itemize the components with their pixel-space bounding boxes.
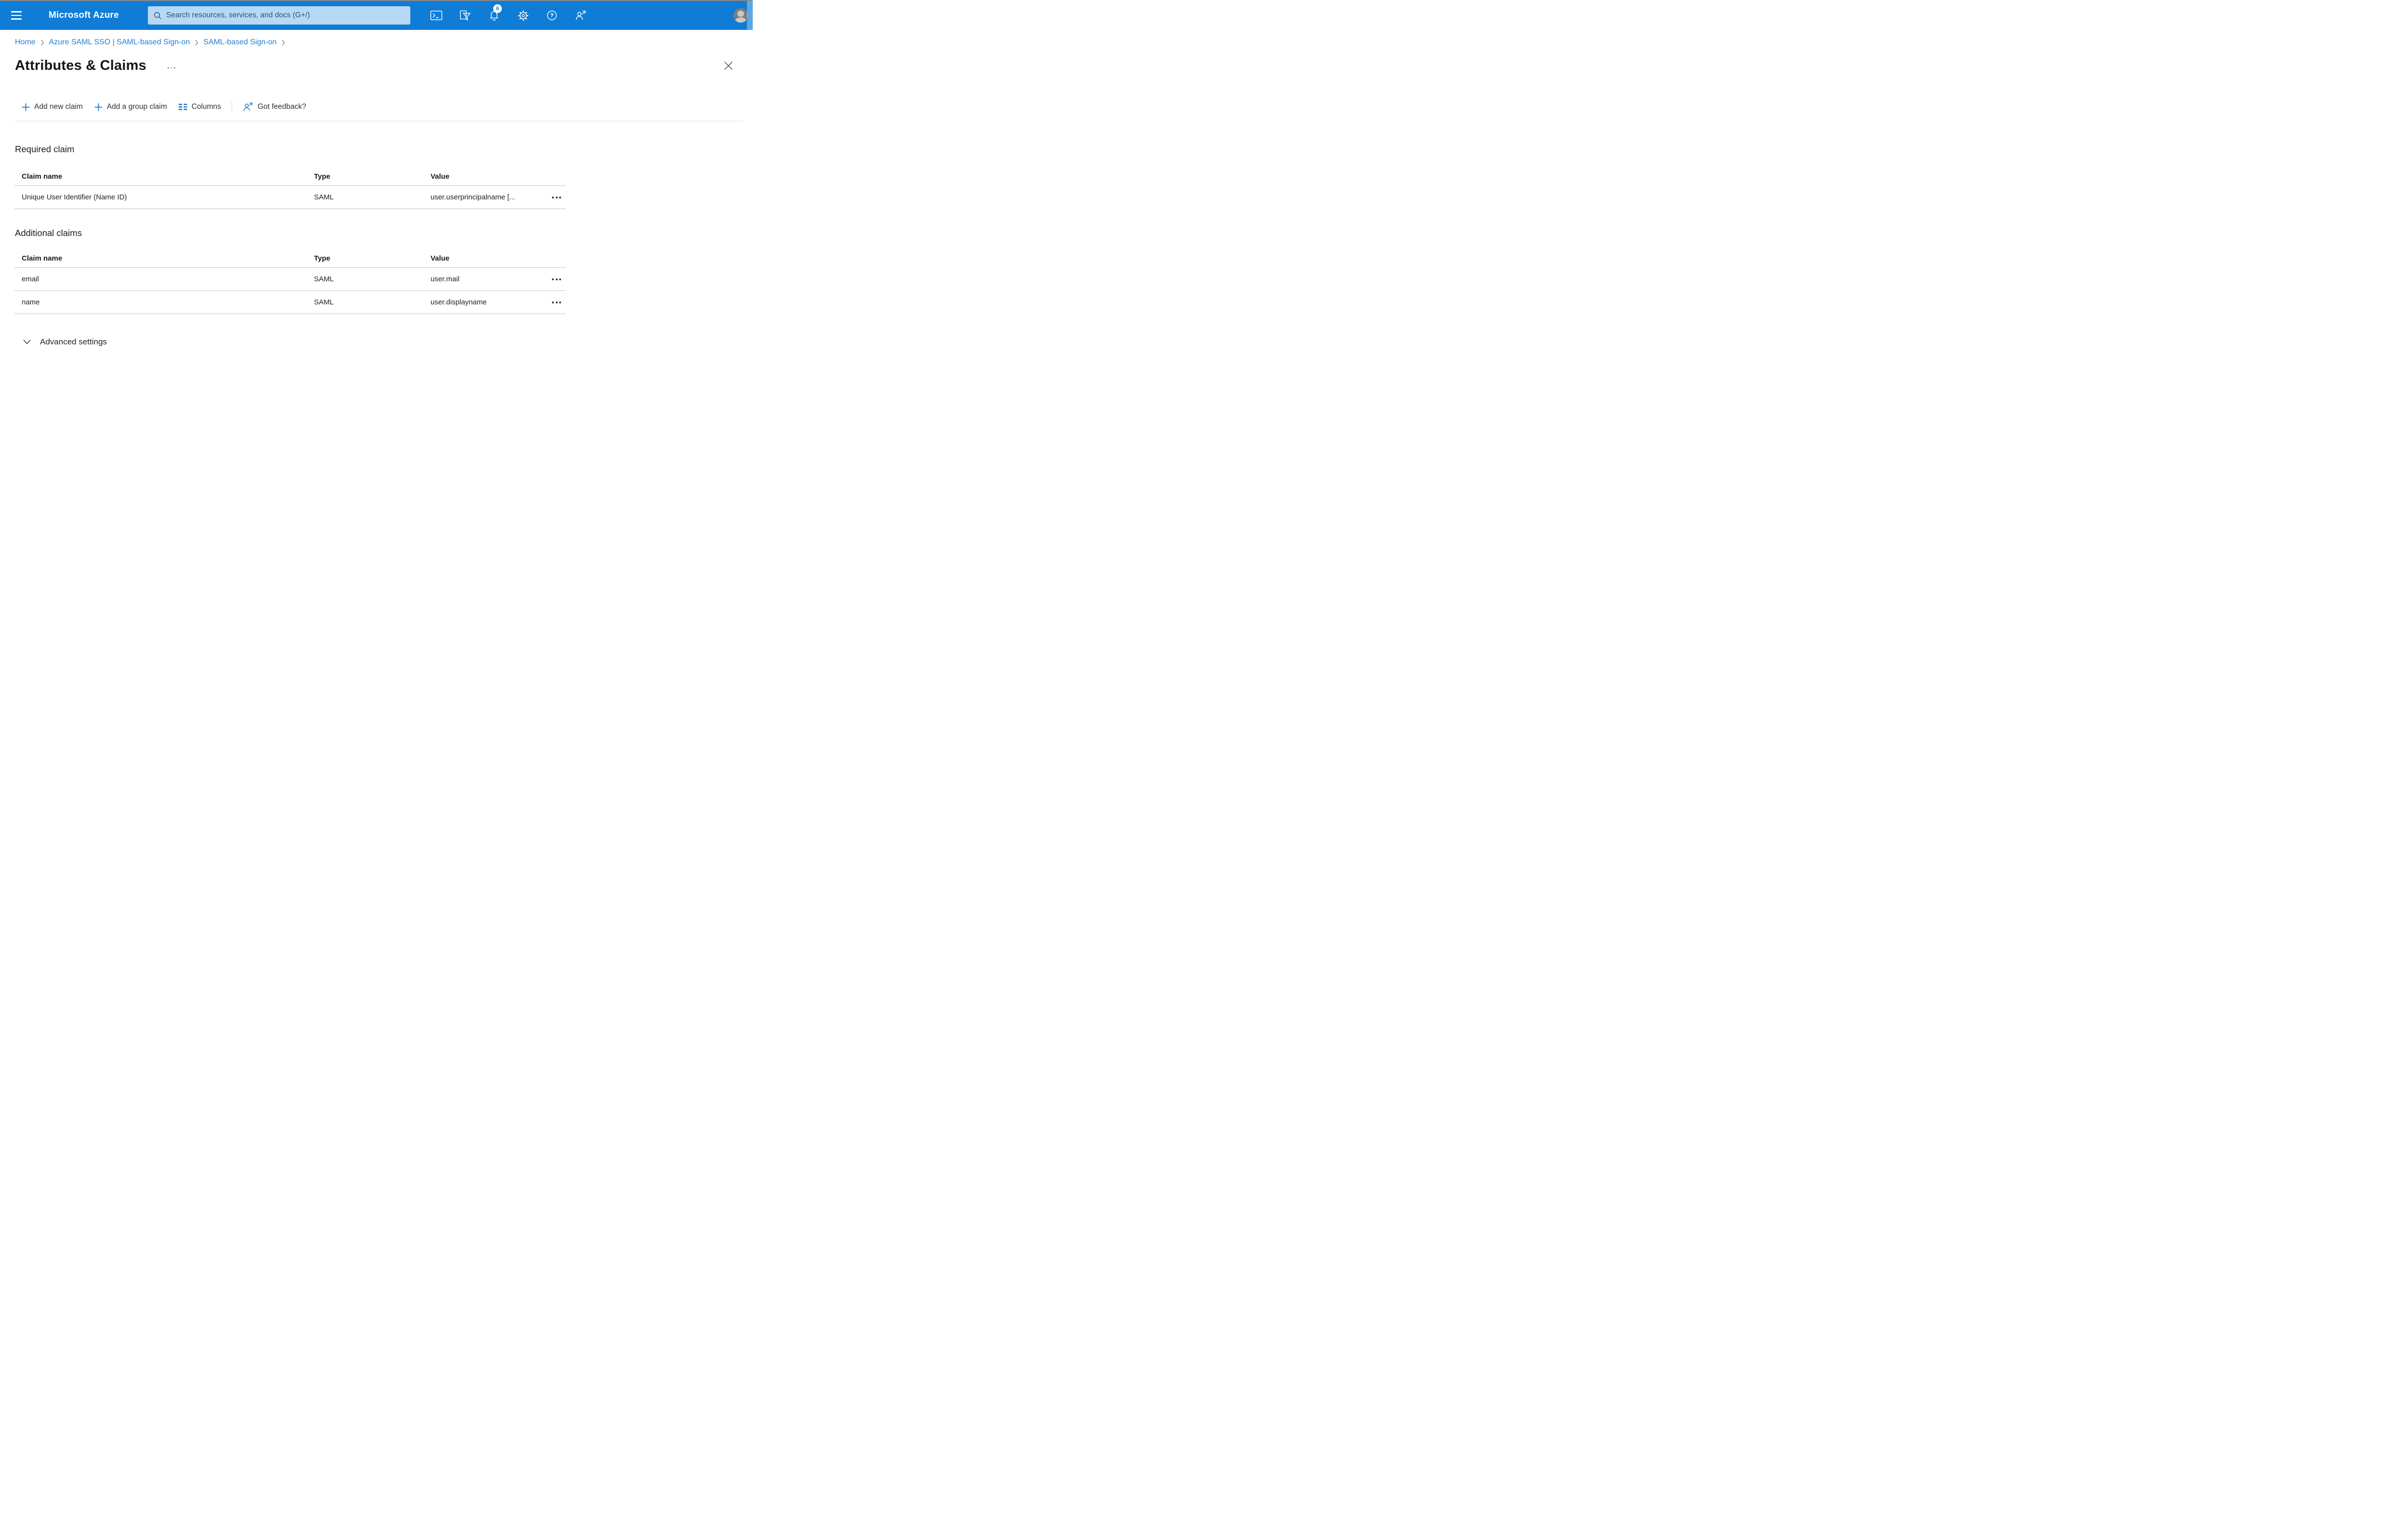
columns-button[interactable]: Columns xyxy=(173,98,227,116)
additional-claims-heading: Additional claims xyxy=(15,228,82,238)
feedback-icon xyxy=(243,103,252,111)
title-context-menu-button[interactable] xyxy=(167,67,175,69)
ellipsis-icon xyxy=(167,67,169,69)
feedback-icon xyxy=(576,11,586,20)
help-button[interactable]: ? xyxy=(541,1,563,30)
additional-claims-table: Claim name Type Value email SAML user.ma… xyxy=(14,249,566,314)
column-header-claim-name: Claim name xyxy=(22,254,63,263)
azure-top-bar: Microsoft Azure 6 xyxy=(0,1,753,30)
add-group-claim-label: Add a group claim xyxy=(106,103,167,111)
search-icon xyxy=(154,12,161,19)
close-icon xyxy=(724,61,733,70)
table-row[interactable]: Unique User Identifier (Name ID) SAML us… xyxy=(14,186,566,209)
breadcrumb-link-saml-signon[interactable]: SAML-based Sign-on xyxy=(203,38,276,47)
chevron-right-icon xyxy=(195,39,198,45)
column-header-value: Value xyxy=(431,254,450,263)
chevron-right-icon xyxy=(282,39,285,45)
directory-filter-button[interactable] xyxy=(455,1,476,30)
columns-icon xyxy=(178,104,187,110)
breadcrumb: Home Azure SAML SSO | SAML-based Sign-on… xyxy=(15,38,753,47)
row-context-menu-button[interactable] xyxy=(551,276,562,283)
plus-icon xyxy=(94,103,103,111)
hamburger-icon xyxy=(11,11,22,13)
claim-value-cell: user.displayname xyxy=(431,298,487,306)
plus-icon xyxy=(22,103,30,111)
cloud-shell-icon xyxy=(430,11,443,20)
required-claim-heading: Required claim xyxy=(15,144,75,154)
claim-type-cell: SAML xyxy=(314,193,334,201)
claim-value-cell: user.userprincipalname [... xyxy=(431,193,515,201)
close-button[interactable] xyxy=(724,61,733,70)
directory-filter-icon xyxy=(460,10,471,21)
breadcrumb-link-saml-sso[interactable]: Azure SAML SSO | SAML-based Sign-on xyxy=(49,38,190,47)
cloud-shell-button[interactable] xyxy=(426,1,447,30)
column-header-type: Type xyxy=(314,254,330,263)
svg-text:?: ? xyxy=(550,13,554,19)
breadcrumb-link-home[interactable]: Home xyxy=(15,38,36,47)
scrollbar[interactable] xyxy=(747,1,753,30)
claim-name-cell: name xyxy=(22,298,40,306)
table-header-row: Claim name Type Value xyxy=(14,168,566,186)
got-feedback-label: Got feedback? xyxy=(257,103,306,111)
row-context-menu-button[interactable] xyxy=(551,194,562,201)
claim-value-cell: user.mail xyxy=(431,275,460,283)
azure-brand[interactable]: Microsoft Azure xyxy=(49,10,119,21)
ellipsis-icon xyxy=(552,196,554,198)
required-claim-table: Claim name Type Value Unique User Identi… xyxy=(14,168,566,209)
command-bar: Add new claim Add a group claim Columns … xyxy=(16,98,753,116)
column-header-claim-name: Claim name xyxy=(22,172,63,181)
row-context-menu-button[interactable] xyxy=(551,299,562,306)
settings-button[interactable] xyxy=(512,1,534,30)
user-avatar[interactable] xyxy=(733,8,748,23)
table-row[interactable]: email SAML user.mail xyxy=(14,268,566,291)
chevron-down-icon xyxy=(23,340,31,344)
got-feedback-button[interactable]: Got feedback? xyxy=(237,98,312,116)
search-input[interactable] xyxy=(166,11,405,20)
claim-type-cell: SAML xyxy=(314,275,334,283)
table-row[interactable]: name SAML user.displayname xyxy=(14,291,566,314)
hamburger-menu-button[interactable] xyxy=(5,1,28,30)
page-title: Attributes & Claims xyxy=(15,58,146,73)
add-new-claim-label: Add new claim xyxy=(34,103,83,111)
column-header-value: Value xyxy=(431,172,450,181)
gear-icon xyxy=(518,10,528,21)
column-header-type: Type xyxy=(314,172,330,181)
claim-name-cell: email xyxy=(22,275,39,283)
advanced-settings-toggle[interactable]: Advanced settings xyxy=(23,337,107,347)
notification-badge: 6 xyxy=(493,4,502,13)
claim-type-cell: SAML xyxy=(314,298,334,306)
top-bar-actions: 6 ? xyxy=(426,1,591,30)
help-icon: ? xyxy=(547,11,557,20)
feedback-button[interactable] xyxy=(570,1,591,30)
ellipsis-icon xyxy=(552,278,554,280)
advanced-settings-label: Advanced settings xyxy=(40,337,107,346)
notifications-button[interactable]: 6 xyxy=(484,1,505,30)
table-header-row: Claim name Type Value xyxy=(14,249,566,268)
chevron-right-icon xyxy=(40,39,44,45)
add-group-claim-button[interactable]: Add a group claim xyxy=(89,98,173,116)
global-search[interactable] xyxy=(148,6,410,25)
columns-label: Columns xyxy=(191,103,221,111)
claim-name-cell: Unique User Identifier (Name ID) xyxy=(22,193,127,201)
add-new-claim-button[interactable]: Add new claim xyxy=(16,98,89,116)
ellipsis-icon xyxy=(552,301,554,303)
